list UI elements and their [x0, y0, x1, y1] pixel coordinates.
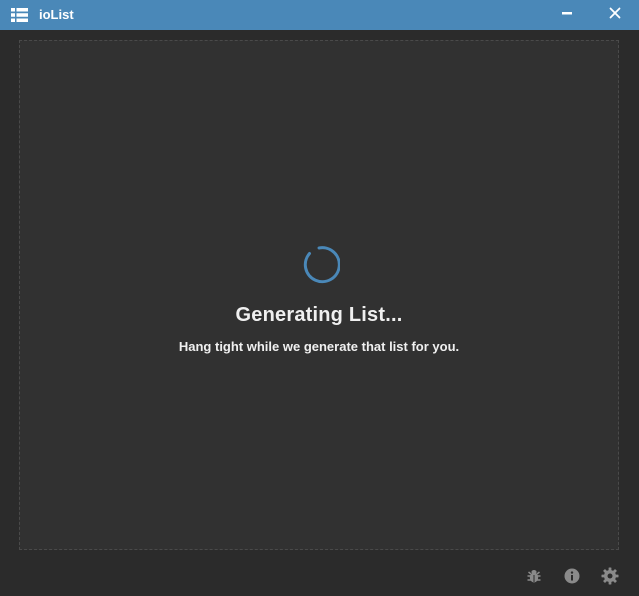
loading-title: Generating List...	[235, 304, 403, 326]
info-icon	[564, 568, 580, 589]
app-window: ioList Generating List... Hang tight whi…	[0, 0, 639, 596]
spinner-icon	[298, 244, 341, 286]
bug-report-button[interactable]	[524, 568, 544, 588]
settings-button[interactable]	[600, 567, 620, 590]
gear-icon	[601, 567, 619, 590]
bug-icon	[526, 568, 542, 589]
minimize-icon	[561, 6, 573, 24]
info-button[interactable]	[562, 568, 582, 588]
list-icon	[11, 8, 28, 22]
loading-indicator: Generating List... Hang tight while we g…	[20, 244, 618, 354]
close-icon	[609, 6, 621, 24]
loading-subtitle: Hang tight while we generate that list f…	[178, 339, 460, 354]
minimize-button[interactable]	[549, 0, 585, 30]
window-title: ioList	[39, 7, 74, 22]
list-content-area: Generating List... Hang tight while we g…	[19, 40, 619, 550]
close-button[interactable]	[597, 0, 633, 30]
title-bar[interactable]: ioList	[0, 0, 639, 30]
